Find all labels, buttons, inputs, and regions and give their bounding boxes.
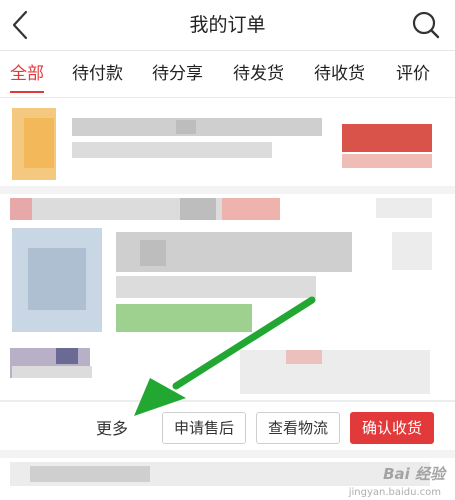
tab-pending-shipment[interactable]: 待发货	[233, 51, 284, 97]
baidu-watermark-url: jingyan.baidu.com	[348, 487, 441, 498]
page-title: 我的订单	[189, 14, 266, 36]
confirm-receipt-button[interactable]: 确认收货	[350, 412, 434, 444]
baidu-watermark: Bai 经验	[383, 465, 445, 483]
order-page: 我的订单 全部 待付款 待分享 待发货 待收货 评价 更多 申请售后 查看物流 …	[0, 0, 455, 500]
search-button[interactable]	[411, 10, 441, 40]
tab-pending-payment[interactable]: 待付款	[72, 51, 123, 97]
tab-pending-receipt[interactable]: 待收货	[314, 51, 365, 97]
view-logistics-button[interactable]: 查看物流	[256, 412, 340, 444]
search-icon	[412, 11, 440, 39]
header-bar: 我的订单	[0, 0, 455, 50]
tab-all[interactable]: 全部	[10, 51, 44, 97]
tab-pending-share[interactable]: 待分享	[152, 51, 203, 97]
apply-after-sale-button[interactable]: 申请售后	[162, 412, 246, 444]
more-button[interactable]: 更多	[96, 414, 128, 444]
order-status-tabs: 全部 待付款 待分享 待发货 待收货 评价	[0, 50, 455, 98]
tab-review[interactable]: 评价	[396, 51, 430, 97]
